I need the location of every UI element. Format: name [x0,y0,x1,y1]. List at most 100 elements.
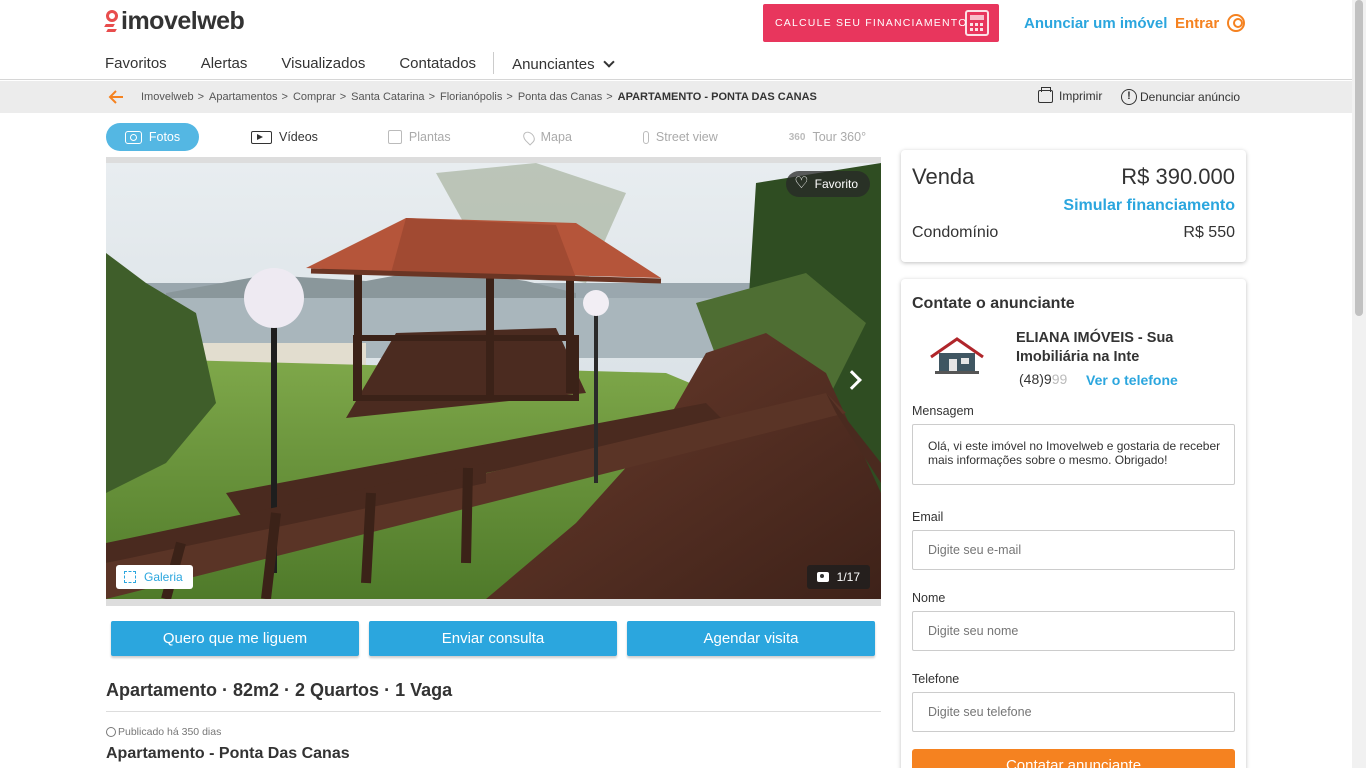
financing-button-label: CALCULE SEU FINANCIAMENTO [775,17,968,29]
published-text: Publicado há 350 dias [118,726,222,738]
alert-icon: ! [1121,89,1137,105]
favorite-button[interactable]: ♡ Favorito [786,171,870,197]
breadcrumb-current: APARTAMENTO - PONTA DAS CANAS [617,91,817,103]
call-me-button[interactable]: Quero que me liguem [111,621,359,656]
breadcrumb-item[interactable]: Apartamentos [209,91,277,103]
sale-price-row: Venda R$ 390.000 [912,164,1235,190]
floorplan-icon [387,130,402,144]
tab-mapa-label: Mapa [540,130,572,144]
site-header: imovelweb CALCULE SEU FINANCIAMENTO Anun… [0,0,1352,80]
contact-title: Contate o anunciante [912,295,1075,312]
login-label: Entrar [1175,15,1220,32]
email-label: Email [912,510,944,524]
phone-visible: (48)9 [1019,371,1052,387]
heart-icon: ♡ [794,175,809,192]
printer-icon [1038,86,1053,103]
expand-icon [124,571,136,583]
agency-name[interactable]: ELIANA IMÓVEIS - Sua Imobiliária na Inte [1016,329,1216,367]
tab-mapa[interactable]: Mapa [520,128,572,146]
print-label: Imprimir [1059,89,1103,103]
tab-fotos-label: Fotos [148,130,181,144]
message-label: Mensagem [912,404,974,418]
logo-pin-icon [104,10,119,36]
nav-favoritos[interactable]: Favoritos [105,55,167,74]
breadcrumb-item[interactable]: Florianópolis [440,91,502,103]
sale-price: R$ 390.000 [1121,164,1235,189]
financing-button[interactable]: CALCULE SEU FINANCIAMENTO [763,4,999,42]
main-nav: Favoritos Alertas Visualizados Contatado… [105,52,615,74]
property-photo[interactable]: ♡ Favorito Galeria 1/17 [106,163,881,599]
condo-label: Condomínio [912,224,999,241]
gallery-button[interactable]: Galeria [116,565,193,589]
schedule-visit-button[interactable]: Agendar visita [627,621,875,656]
agency-name-line: ELIANA IMÓVEIS - Sua [1016,330,1174,346]
message-textarea[interactable]: Olá, vi este imóvel no Imovelweb e gosta… [912,424,1235,485]
nav-divider [493,52,495,74]
agency-name-line: Imobiliária na Inte [1016,349,1140,365]
tab-tour-360[interactable]: 360 Tour 360° [789,130,866,144]
listing-actions: Quero que me liguem Enviar consulta Agen… [111,621,885,656]
gallery-label: Galeria [144,570,183,584]
imovelweb-logo[interactable]: imovelweb [104,6,245,36]
gazebo-boardwalk-photo [106,163,881,599]
listing-title: Apartamento · 82m2 · 2 Quartos · 1 Vaga [106,680,453,700]
photo-counter-text: 1/17 [836,570,860,584]
page-scrollbar[interactable] [1352,0,1366,768]
back-arrow-icon[interactable] [108,89,124,105]
tab-plantas-label: Plantas [408,130,451,144]
send-inquiry-button[interactable]: Enviar consulta [369,621,617,656]
scrollbar-thumb[interactable] [1355,0,1363,316]
chevron-down-icon [602,56,615,68]
login-link[interactable]: Entrar [1175,13,1246,32]
tab-street-view-label: Street view [655,130,718,144]
print-button[interactable]: Imprimir [1038,86,1103,103]
tab-street-view[interactable]: Street view [642,130,718,144]
breadcrumb-separator: > [428,91,435,103]
name-field[interactable] [912,611,1235,651]
clock-icon [106,727,116,737]
email-field[interactable] [912,530,1235,570]
map-pin-icon [520,128,537,146]
breadcrumb-separator: > [506,91,513,103]
name-label: Nome [912,591,946,605]
nav-contatados[interactable]: Contatados [399,55,476,74]
simulate-financing-link[interactable]: Simular financiamento [1063,197,1235,215]
phone-field[interactable] [912,692,1235,732]
nav-anunciantes-label: Anunciantes [512,56,595,73]
video-icon [251,130,272,144]
media-tabs: Fotos Vídeos Plantas Mapa Street view 36… [106,123,866,151]
nav-anunciantes[interactable]: Anunciantes [512,55,615,74]
breadcrumb-item[interactable]: Ponta das Canas [518,91,602,103]
user-icon [1227,13,1246,32]
contact-form-card: Contate o anunciante ELIANA IMÓVEIS - Su… [901,279,1246,768]
report-label: Denunciar anúncio [1140,90,1241,104]
see-phone-link[interactable]: Ver o telefone [1086,372,1178,388]
breadcrumb-bar: Imovelweb > Apartamentos > Comprar > Santa … [0,81,1352,113]
breadcrumb-item[interactable]: Santa Catarina [351,91,424,103]
advertise-property-link[interactable]: Anunciar um imóvel [1024,15,1167,32]
street-view-icon [642,130,649,144]
nav-visualizados[interactable]: Visualizados [281,55,365,74]
camera-icon [124,130,142,144]
breadcrumb-item[interactable]: Comprar [293,91,336,103]
calculator-icon [965,10,989,36]
photo-gallery: ♡ Favorito Galeria 1/17 [106,157,881,606]
tab-plantas[interactable]: Plantas [387,130,451,144]
breadcrumb-separator: > [197,91,205,103]
breadcrumb-item[interactable]: Imovelweb [141,91,194,103]
report-listing-button[interactable]: ! Denunciar anúncio [1121,89,1240,105]
tab-videos[interactable]: Vídeos [251,130,318,144]
simulate-row: Simular financiamento [912,197,1235,215]
tab-videos-label: Vídeos [279,130,318,144]
agency-logo[interactable] [927,331,987,377]
tab-fotos[interactable]: Fotos [106,123,199,151]
nav-alertas[interactable]: Alertas [201,55,248,74]
photo-counter: 1/17 [806,565,870,589]
camera-icon [816,572,829,582]
contact-advertiser-button[interactable]: Contatar anunciante [912,749,1235,768]
tab-tour-360-label: Tour 360° [812,130,867,144]
breadcrumb-separator: > [281,91,288,103]
listing-subtitle: Apartamento - Ponta Das Canas [106,745,350,762]
logo-text: imovelweb [121,7,245,35]
breadcrumb-separator: > [606,91,613,103]
